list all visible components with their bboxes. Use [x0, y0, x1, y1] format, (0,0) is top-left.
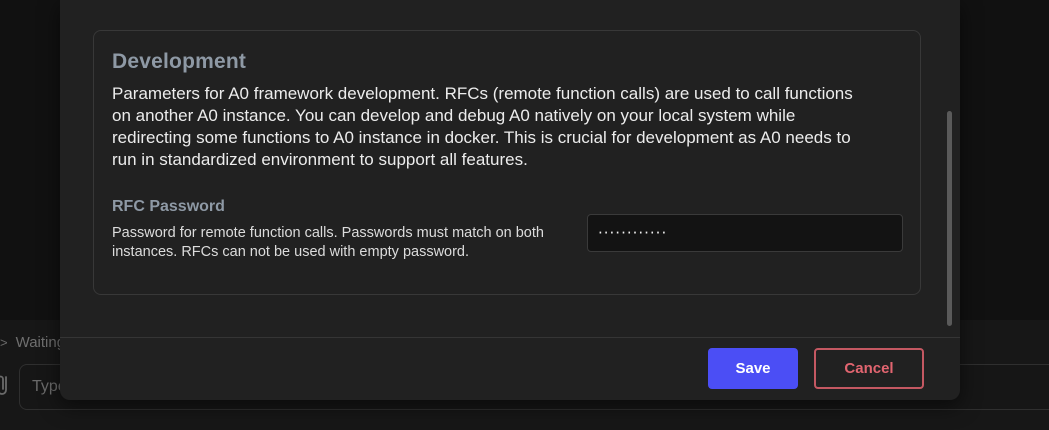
field-rfc-password: RFC Password Password for remote functio…: [112, 197, 903, 260]
development-section: Development Parameters for A0 framework …: [93, 30, 921, 295]
chevron-right-icon: >: [0, 334, 8, 350]
settings-modal: Development Parameters for A0 framework …: [60, 0, 960, 400]
paperclip-icon[interactable]: [0, 372, 12, 398]
field-description: Password for remote function calls. Pass…: [112, 225, 544, 260]
section-description: Parameters for A0 framework development.…: [112, 84, 853, 169]
rfc-password-input[interactable]: [587, 214, 903, 252]
save-button[interactable]: Save: [708, 348, 798, 389]
cancel-button[interactable]: Cancel: [814, 348, 924, 389]
modal-footer: Save Cancel: [60, 337, 960, 400]
scrollbar[interactable]: [947, 111, 952, 326]
section-title: Development: [112, 50, 247, 73]
modal-body: Development Parameters for A0 framework …: [60, 0, 960, 337]
